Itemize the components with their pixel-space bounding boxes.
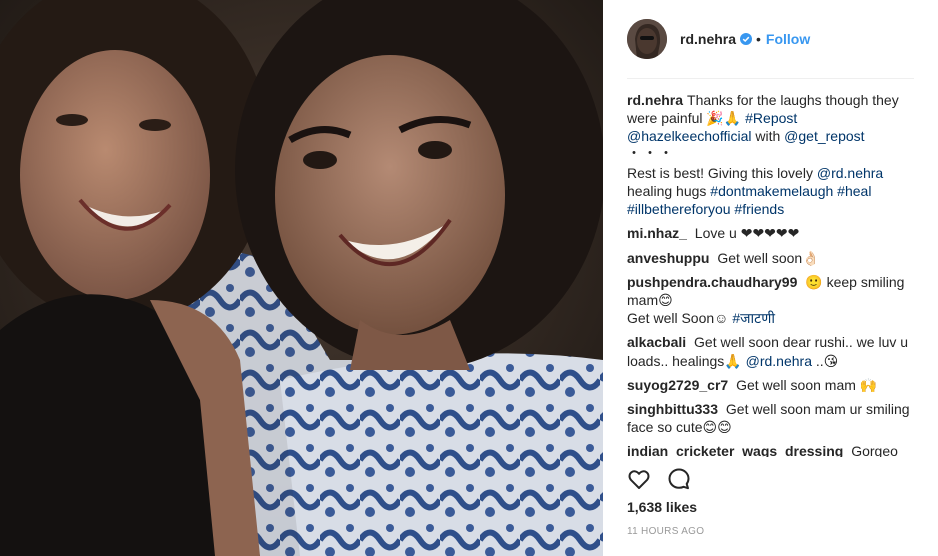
follow-button[interactable]: Follow [766, 31, 810, 47]
caption: rd.nehra Thanks for the laughs though the… [627, 91, 918, 218]
likes-count[interactable]: 1,638 likes [627, 499, 697, 515]
caption-username[interactable]: rd.nehra [627, 92, 683, 108]
caption-text: healing hugs [627, 183, 711, 200]
comment-text: ..😘 [811, 352, 839, 369]
action-bar [627, 466, 707, 492]
comment-item: alkacbali Get well soon dear rushi.. we … [627, 333, 918, 369]
mention-link[interactable]: @hazelkeechofficial [627, 128, 751, 144]
post-photo[interactable] [0, 0, 603, 556]
hashtag-link[interactable]: #dontmakemelaugh [710, 183, 833, 199]
comment-username[interactable]: anveshuppu [627, 250, 709, 266]
hashtag-link[interactable]: #illbethereforyou [627, 201, 731, 217]
verified-badge-icon [740, 33, 753, 45]
avatar[interactable] [627, 19, 667, 59]
comment-item: suyog2729_cr7 Get well soon mam 🙌 [627, 376, 918, 394]
comment-username[interactable]: alkacbali [627, 334, 686, 350]
post-side-panel: rd.nehra • Follow rd.nehra Thanks for the… [603, 0, 938, 556]
hashtag-link[interactable]: #Repost [745, 110, 797, 126]
separator-dot: • [756, 31, 761, 47]
avatar-image [627, 19, 667, 59]
comment-item: anveshuppu Get well soon👌🏻 [627, 249, 918, 267]
comment-text: Get well soon mam 🙌 [736, 376, 878, 393]
comment-text: Get well Soon☺ [627, 310, 733, 327]
comment-username[interactable]: suyog2729_cr7 [627, 377, 728, 393]
comment-item: singhbittu333 Get well soon mam ur smili… [627, 400, 918, 436]
mention-link[interactable]: @rd.nehra [746, 353, 812, 369]
mention-link[interactable]: @get_repost [784, 128, 864, 144]
comment-username[interactable]: singhbittu333 [627, 401, 718, 417]
post-owner-username[interactable]: rd.nehra [680, 31, 736, 47]
comment-item: pushpendra.chaudhary99 🙂 keep smiling ma… [627, 273, 918, 328]
caption-text: Rest is best! Giving this lovely [627, 164, 817, 181]
caption-text: with [751, 128, 785, 145]
hashtag-link[interactable]: #जाटणी [732, 310, 775, 326]
hashtag-link[interactable]: #heal [837, 183, 871, 199]
comment-username[interactable]: mi.nhaz_ [627, 225, 687, 241]
comment-username[interactable]: indian_cricketer_wags_dressing [627, 443, 843, 457]
comment-text: Love u ❤❤❤❤❤ [694, 225, 800, 242]
heart-icon[interactable] [627, 467, 651, 491]
comment-username[interactable]: pushpendra.chaudhary99 [627, 274, 797, 290]
selfie-image [0, 0, 603, 556]
post-timestamp[interactable]: 11 HOURS AGO [627, 526, 704, 537]
hashtag-link[interactable]: #friends [734, 201, 784, 217]
post-header: rd.nehra • Follow [627, 17, 914, 61]
comment-text: Get well soon👌🏻 [717, 249, 820, 266]
comment-text: Gorgeo [851, 443, 898, 457]
comment-bubble-icon[interactable] [667, 467, 691, 491]
caption-body: Rest is best! Giving this lovely @rd.neh… [627, 164, 918, 219]
comment-item: indian_cricketer_wags_dressing Gorgeo [627, 442, 918, 457]
mention-link[interactable]: @rd.nehra [817, 165, 883, 181]
comment-item: mi.nhaz_ Love u ❤❤❤❤❤ [627, 224, 918, 242]
header-divider [627, 78, 914, 79]
comments-list[interactable]: rd.nehra Thanks for the laughs though the… [627, 91, 918, 457]
caption-separator: ・・・ [627, 144, 675, 161]
